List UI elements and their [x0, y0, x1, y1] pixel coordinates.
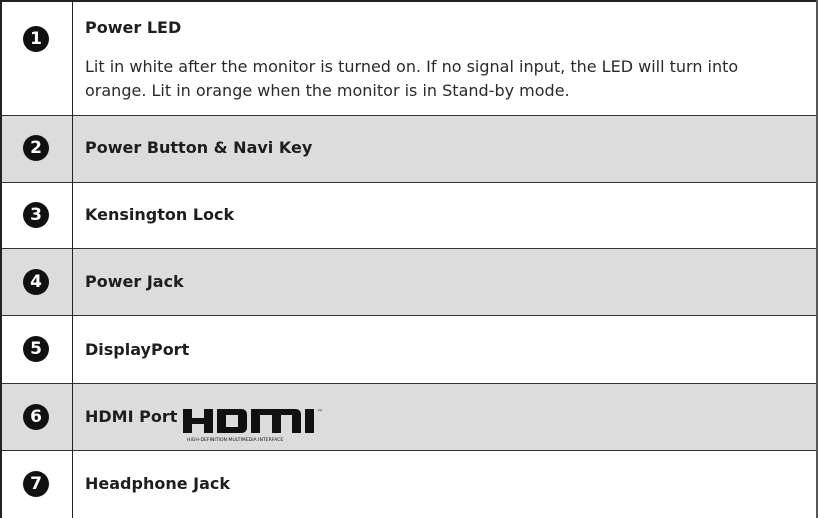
row-title-kensington-lock: Kensington Lock	[85, 205, 235, 224]
row-title-power-led: Power LED	[85, 18, 182, 37]
number-badge-3: 3	[23, 202, 49, 228]
row-description-power-led: Lit in white after the monitor is turned…	[85, 57, 739, 100]
row-title-hdmi-port: HDMI Port	[85, 407, 178, 426]
number-badge-1: 1	[23, 26, 49, 52]
table-column-divider	[72, 0, 73, 518]
table-border-right	[816, 0, 818, 518]
row-title-power-button: Power Button & Navi Key	[85, 138, 313, 157]
number-badge-7: 7	[23, 471, 49, 497]
ports-table: 1 2 3 4 5 6 7 Power LED Lit in white aft…	[0, 0, 818, 518]
number-badge-2: 2	[23, 135, 49, 161]
row-title-headphone-jack: Headphone Jack	[85, 474, 231, 493]
number-badge-6: 6	[23, 404, 49, 430]
number-badge-4: 4	[23, 269, 49, 295]
hdmi-tagline: HIGH-DEFINITION MULTIMEDIA INTERFACE	[187, 437, 283, 443]
row-title-displayport: DisplayPort	[85, 340, 190, 359]
table-border-left	[0, 0, 2, 518]
number-badge-5: 5	[23, 336, 49, 362]
table-border-top	[0, 0, 817, 2]
trademark-symbol: ™	[317, 409, 323, 416]
hdmi-logo: ™ HIGH-DEFINITION MULTIMEDIA INTERFACE	[183, 409, 323, 443]
row-title-power-jack: Power Jack	[85, 272, 184, 291]
